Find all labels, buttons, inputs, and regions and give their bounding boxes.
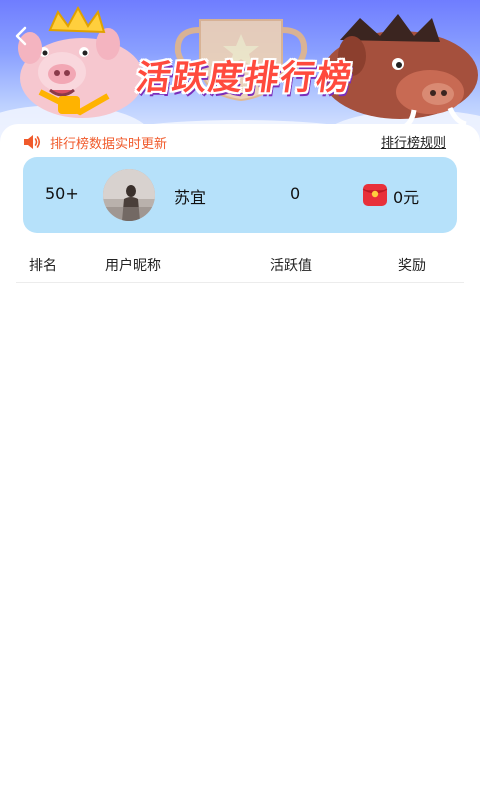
my-reward-value: 0元 <box>393 188 420 207</box>
red-packet-icon <box>361 181 389 209</box>
ranking-table-header: 排名 用户昵称 活跃值 奖励 <box>16 252 464 283</box>
speaker-icon <box>22 133 42 151</box>
back-button[interactable] <box>14 26 40 52</box>
my-rank-card: 50+ 苏宜 0 0元 <box>23 157 457 233</box>
leaderboard-page: 活跃度排行榜 排行榜数据实时更新 排行榜规则 50+ 苏宜 0 0元 排名 用户… <box>0 0 480 800</box>
page-title: 活跃度排行榜 <box>133 58 356 98</box>
rules-link[interactable]: 排行榜规则 <box>381 132 446 151</box>
avatar[interactable] <box>103 169 155 221</box>
my-nickname: 苏宜 <box>174 188 207 207</box>
column-header-reward: 奖励 <box>398 258 426 274</box>
column-header-activity: 活跃值 <box>270 258 312 274</box>
my-activity-value: 0 <box>290 184 301 203</box>
chevron-left-icon <box>15 26 27 46</box>
column-header-rank: 排名 <box>29 258 57 274</box>
leaderboard-panel: 排行榜数据实时更新 排行榜规则 50+ 苏宜 0 0元 排名 用户昵称 活跃值 … <box>0 124 480 800</box>
notice-text: 排行榜数据实时更新 <box>50 136 168 152</box>
column-header-nickname: 用户昵称 <box>105 258 161 274</box>
my-rank-value: 50+ <box>45 184 79 203</box>
